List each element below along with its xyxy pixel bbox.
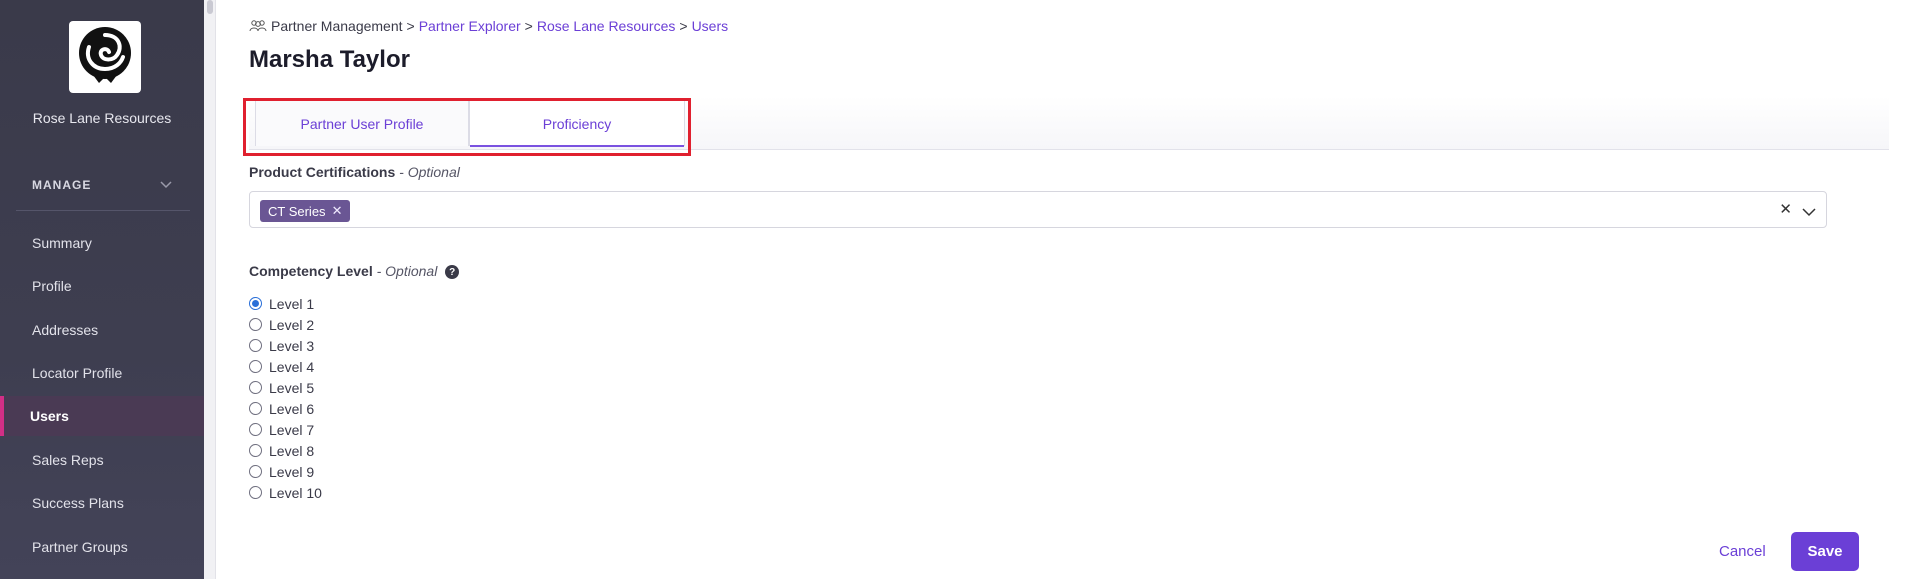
radio-label: Level 4 — [269, 358, 315, 375]
radio-button[interactable] — [249, 486, 262, 499]
manage-section-toggle[interactable]: MANAGE — [32, 178, 172, 192]
competency-option[interactable]: Level 1 — [249, 293, 322, 314]
competency-option[interactable]: Level 3 — [249, 335, 322, 356]
radio-label: Level 5 — [269, 379, 315, 396]
product-certifications-select[interactable]: CT Series ✕ ✕ — [249, 191, 1827, 228]
competency-option[interactable]: Level 8 — [249, 440, 322, 461]
main-content: Partner Management > Partner Explorer > … — [217, 0, 1920, 579]
competency-option[interactable]: Level 10 — [249, 482, 322, 503]
sidebar-item-sales-reps[interactable]: Sales Reps — [0, 440, 204, 480]
radio-button[interactable] — [249, 297, 262, 310]
sidebar-item-label: Partner Groups — [32, 539, 128, 555]
radio-label: Level 6 — [269, 400, 315, 417]
radio-button[interactable] — [249, 381, 262, 394]
competency-option[interactable]: Level 2 — [249, 314, 322, 335]
sidebar-item-label: Users — [30, 408, 69, 424]
competency-option[interactable]: Level 4 — [249, 356, 322, 377]
chip-remove-icon[interactable]: ✕ — [332, 203, 343, 219]
tab-partner-user-profile[interactable]: Partner User Profile — [255, 100, 469, 146]
chip-label: CT Series — [268, 203, 326, 219]
sidebar-item-label: Profile — [32, 278, 72, 294]
org-logo[interactable] — [69, 21, 141, 93]
competency-option[interactable]: Level 7 — [249, 419, 322, 440]
radio-button[interactable] — [249, 423, 262, 436]
sidebar-item-profile[interactable]: Profile — [0, 266, 204, 306]
breadcrumb-users[interactable]: Users — [692, 18, 729, 34]
breadcrumb-rose-lane-resources[interactable]: Rose Lane Resources — [537, 18, 676, 34]
competency-level-radio-group: Level 1 Level 2 Level 3 Level 4 Level 5 … — [249, 293, 322, 503]
sidebar-item-partner-groups[interactable]: Partner Groups — [0, 527, 204, 567]
save-button[interactable]: Save — [1791, 532, 1859, 571]
tab-proficiency[interactable]: Proficiency — [469, 100, 685, 147]
radio-button[interactable] — [249, 360, 262, 373]
help-icon[interactable]: ? — [445, 265, 460, 280]
clear-selection-icon[interactable]: ✕ — [1779, 200, 1792, 218]
breadcrumb-separator: > — [679, 18, 688, 34]
radio-button[interactable] — [249, 444, 262, 457]
org-name: Rose Lane Resources — [32, 110, 172, 126]
manage-section-label: MANAGE — [32, 178, 92, 192]
sidebar-scrollbar[interactable] — [204, 0, 216, 579]
radio-label: Level 9 — [269, 463, 315, 480]
tab-bar: Partner User Profile Proficiency — [249, 96, 1889, 150]
competency-level-label: Competency Level - Optional ? — [249, 263, 460, 280]
breadcrumb: Partner Management > Partner Explorer > … — [249, 18, 728, 34]
sidebar-item-addresses[interactable]: Addresses — [0, 310, 204, 350]
sidebar-item-summary[interactable]: Summary — [0, 223, 204, 263]
rose-logo-icon — [79, 27, 131, 83]
product-certifications-label: Product Certifications - Optional — [249, 164, 460, 180]
tab-label: Proficiency — [542, 115, 612, 132]
radio-label: Level 8 — [269, 442, 315, 459]
cancel-button[interactable]: Cancel — [1719, 532, 1766, 570]
sidebar-item-success-plans[interactable]: Success Plans — [0, 483, 204, 523]
page-title: Marsha Taylor — [249, 46, 410, 73]
breadcrumb-root: Partner Management — [271, 18, 403, 34]
competency-option[interactable]: Level 9 — [249, 461, 322, 482]
optional-hint: - Optional — [376, 263, 438, 279]
radio-label: Level 2 — [269, 316, 315, 333]
chevron-down-icon — [160, 181, 172, 189]
radio-label: Level 1 — [269, 295, 315, 312]
radio-button[interactable] — [249, 318, 262, 331]
tab-label: Partner User Profile — [300, 115, 424, 132]
chevron-down-icon[interactable] — [1802, 207, 1816, 217]
competency-option[interactable]: Level 6 — [249, 398, 322, 419]
competency-option[interactable]: Level 5 — [249, 377, 322, 398]
sidebar-item-label: Addresses — [32, 322, 99, 338]
field-label-text: Product Certifications — [249, 164, 396, 180]
certification-chip: CT Series ✕ — [260, 200, 351, 222]
sidebar-item-label: Locator Profile — [32, 365, 123, 381]
radio-button[interactable] — [249, 339, 262, 352]
sidebar: Rose Lane Resources MANAGE Summary Profi… — [0, 0, 204, 579]
field-label-text: Competency Level — [249, 263, 373, 279]
optional-hint: - Optional — [399, 164, 460, 180]
radio-label: Level 7 — [269, 421, 315, 438]
radio-label: Level 10 — [269, 484, 322, 501]
breadcrumb-partner-explorer[interactable]: Partner Explorer — [419, 18, 521, 34]
sidebar-item-locator-profile[interactable]: Locator Profile — [0, 353, 204, 393]
sidebar-item-label: Success Plans — [32, 495, 124, 511]
breadcrumb-separator: > — [524, 18, 533, 34]
radio-button[interactable] — [249, 402, 262, 415]
sidebar-item-users[interactable]: Users — [0, 396, 204, 436]
sidebar-item-label: Sales Reps — [32, 452, 104, 468]
users-group-icon — [249, 20, 267, 32]
sidebar-divider — [16, 210, 190, 211]
sidebar-item-label: Summary — [32, 235, 92, 251]
radio-button[interactable] — [249, 465, 262, 478]
breadcrumb-separator: > — [406, 18, 415, 34]
radio-label: Level 3 — [269, 337, 315, 354]
scrollbar-thumb[interactable] — [207, 0, 213, 14]
